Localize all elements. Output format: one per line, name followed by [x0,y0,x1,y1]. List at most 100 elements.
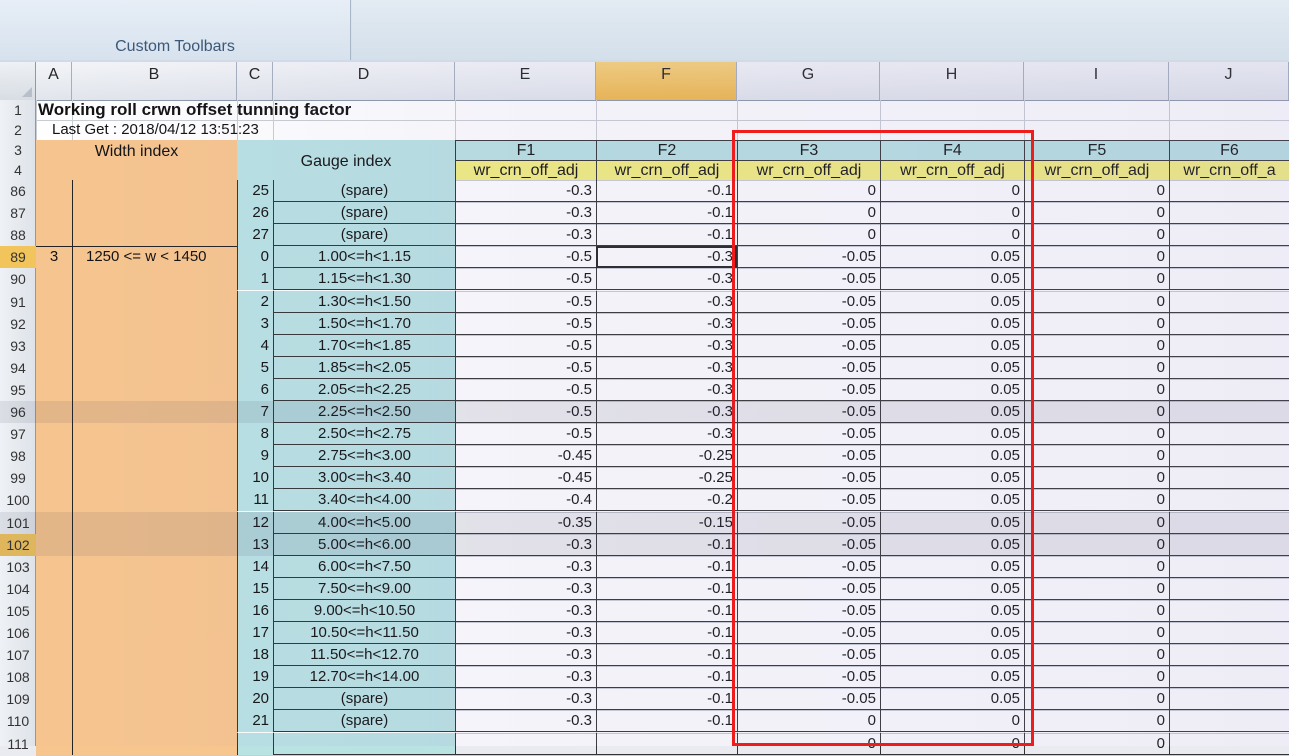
row-header-110[interactable]: 110 [0,710,36,732]
cell-g-97[interactable]: -0.05 [737,423,880,446]
row-header-88[interactable]: 88 [0,224,36,246]
cell-c-100[interactable]: 11 [237,489,273,512]
cell-e-108[interactable]: -0.3 [455,666,596,689]
cell-h-92[interactable]: 0.05 [880,312,1024,335]
cell-g-87[interactable]: 0 [737,202,880,225]
cell-c-111[interactable] [237,732,273,755]
cell-h-108[interactable]: 0.05 [880,666,1024,689]
row-header-94[interactable]: 94 [0,357,36,379]
cell-h-86[interactable]: 0 [880,180,1024,203]
cell-i-101[interactable]: 0 [1024,511,1169,534]
cell-h-96[interactable]: 0.05 [880,401,1024,424]
cell-j-91[interactable] [1169,290,1289,313]
row-header-104[interactable]: 104 [0,578,36,600]
cell-g-93[interactable]: -0.05 [737,334,880,357]
cell-h-103[interactable]: 0.05 [880,555,1024,578]
column-header-j[interactable]: J [1169,62,1289,100]
cell-g-99[interactable]: -0.05 [737,467,880,490]
cell-j-88[interactable] [1169,224,1289,247]
cell-i-88[interactable]: 0 [1024,224,1169,247]
cell-j-104[interactable] [1169,577,1289,600]
cell-e-94[interactable]: -0.5 [455,356,596,379]
cell-g-101[interactable]: -0.05 [737,511,880,534]
cell-e-93[interactable]: -0.5 [455,334,596,357]
cell-i-108[interactable]: 0 [1024,666,1169,689]
cell-j-99[interactable] [1169,467,1289,490]
cell-h-87[interactable]: 0 [880,202,1024,225]
cell-i-110[interactable]: 0 [1024,710,1169,733]
row-header-89[interactable]: 89 [0,246,36,269]
cell-j-93[interactable] [1169,334,1289,357]
cell-d-94[interactable]: 1.85<=h<2.05 [273,356,455,379]
cell-i-105[interactable]: 0 [1024,599,1169,622]
cell-h-89[interactable]: 0.05 [880,246,1024,269]
row-header-4[interactable]: 4 [0,160,36,180]
cell-e-110[interactable]: -0.3 [455,710,596,733]
cell-j-103[interactable] [1169,555,1289,578]
cell-d-97[interactable]: 2.50<=h<2.75 [273,423,455,446]
cell-i-96[interactable]: 0 [1024,401,1169,424]
cell-e-95[interactable]: -0.5 [455,378,596,401]
cell-h-106[interactable]: 0.05 [880,622,1024,645]
cell-f-91[interactable]: -0.3 [596,290,737,313]
cell-g-95[interactable]: -0.05 [737,378,880,401]
active-cell-f89[interactable] [596,246,737,269]
cell-g-100[interactable]: -0.05 [737,489,880,512]
cell-g-98[interactable]: -0.05 [737,445,880,468]
cell-f-86[interactable]: -0.1 [596,180,737,203]
worksheet[interactable]: ABCDEFGHIJ 1 2 3 4 86 87 88 89 90 91 92 93 94 95 96 97 9… [0,62,1289,756]
cell-g-89[interactable]: -0.05 [737,246,880,269]
cell-h-99[interactable]: 0.05 [880,467,1024,490]
cell-e-109[interactable]: -0.3 [455,688,596,711]
cell-j-106[interactable] [1169,622,1289,645]
cell-d-87[interactable]: (spare) [273,202,455,225]
cell-j-101[interactable] [1169,511,1289,534]
row-header-96[interactable]: 96 [0,401,36,423]
cell-j-89[interactable] [1169,246,1289,269]
cell-h-98[interactable]: 0.05 [880,445,1024,468]
cell-g-102[interactable]: -0.05 [737,533,880,556]
cell-h-109[interactable]: 0.05 [880,688,1024,711]
cell-e-86[interactable]: -0.3 [455,180,596,203]
cell-j-100[interactable] [1169,489,1289,512]
cell-e-91[interactable]: -0.5 [455,290,596,313]
cell-d-100[interactable]: 3.40<=h<4.00 [273,489,455,512]
cell-g-96[interactable]: -0.05 [737,401,880,424]
cell-g-103[interactable]: -0.05 [737,555,880,578]
cell-g-91[interactable]: -0.05 [737,290,880,313]
cell-i-89[interactable]: 0 [1024,246,1169,269]
cell-e-107[interactable]: -0.3 [455,644,596,667]
cell-c-106[interactable]: 17 [237,622,273,645]
cell-i-93[interactable]: 0 [1024,334,1169,357]
cell-f-110[interactable]: -0.1 [596,710,737,733]
cell-e-89[interactable]: -0.5 [455,246,596,269]
cell-d-95[interactable]: 2.05<=h<2.25 [273,378,455,401]
row-header-91[interactable]: 91 [0,291,36,313]
cell-e-97[interactable]: -0.5 [455,423,596,446]
cell-j-92[interactable] [1169,312,1289,335]
row-header-106[interactable]: 106 [0,622,36,644]
cell-i-104[interactable]: 0 [1024,577,1169,600]
cell-j-105[interactable] [1169,599,1289,622]
cell-i-109[interactable]: 0 [1024,688,1169,711]
cell-j-90[interactable] [1169,268,1289,291]
cell-c-105[interactable]: 16 [237,599,273,622]
cell-e-98[interactable]: -0.45 [455,445,596,468]
custom-toolbars-group[interactable]: Custom Toolbars [0,0,351,60]
cell-f-99[interactable]: -0.25 [596,467,737,490]
cell-j-95[interactable] [1169,378,1289,401]
cell-d-101[interactable]: 4.00<=h<5.00 [273,511,455,534]
cell-c-110[interactable]: 21 [237,710,273,733]
cell-i-100[interactable]: 0 [1024,489,1169,512]
cell-d-89[interactable]: 1.00<=h<1.15 [273,246,455,269]
cell-c-92[interactable]: 3 [237,312,273,335]
row-header-92[interactable]: 92 [0,313,36,335]
cell-h-93[interactable]: 0.05 [880,334,1024,357]
row-header-2[interactable]: 2 [0,120,36,140]
column-header-b[interactable]: B [72,62,237,100]
select-all-corner[interactable] [0,62,36,100]
cell-h-111[interactable]: 0 [880,732,1024,755]
cell-c-86[interactable]: 25 [237,180,273,203]
row-header-98[interactable]: 98 [0,445,36,467]
cell-i-97[interactable]: 0 [1024,423,1169,446]
